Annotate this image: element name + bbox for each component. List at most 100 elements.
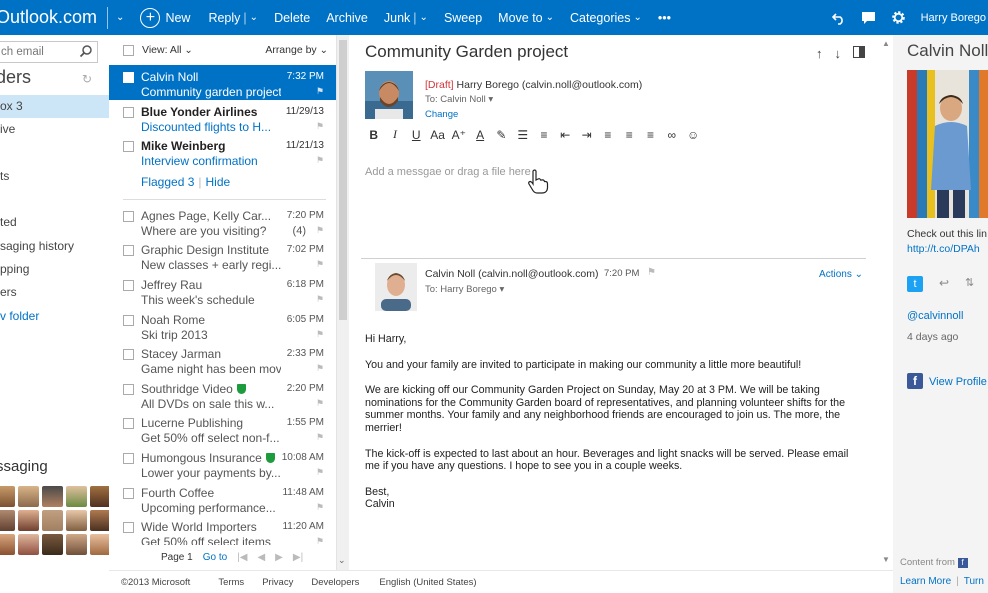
row-checkbox[interactable] (123, 522, 134, 534)
font-size-icon[interactable]: A⁺ (448, 128, 469, 142)
decrease-indent-icon[interactable]: ⇤ (555, 128, 576, 142)
retweet-icon[interactable]: ⇅ (965, 276, 974, 289)
categories-button[interactable]: Categories ⌄ (562, 0, 650, 35)
contact-avatar[interactable] (42, 486, 63, 507)
post-link[interactable]: http://t.co/DPAh (907, 243, 980, 255)
contact-avatar[interactable] (18, 486, 39, 507)
hide-link[interactable]: Hide (206, 175, 231, 189)
folder-item-others[interactable]: ers (0, 281, 109, 304)
align-right-icon[interactable]: ≡ (640, 128, 661, 142)
flag-icon[interactable]: ⚑ (316, 294, 324, 305)
numbered-list-icon[interactable]: ☰ (512, 128, 533, 142)
flag-icon[interactable]: ⚑ (316, 121, 324, 132)
terms-link[interactable]: Terms (218, 577, 244, 588)
actions-menu[interactable]: Actions ⌄ (819, 269, 863, 280)
contact-avatar[interactable] (0, 510, 15, 531)
flag-icon[interactable]: ⚑ (316, 363, 324, 374)
reply-icon[interactable]: ↩ (939, 276, 949, 290)
flag-icon[interactable]: ⚑ (316, 155, 324, 166)
arrow-down-icon[interactable]: ↓ (835, 46, 842, 61)
folder-item-deleted[interactable]: ted (0, 211, 109, 234)
archive-button[interactable]: Archive (318, 0, 376, 35)
contact-avatar[interactable] (90, 486, 109, 507)
gear-icon[interactable] (891, 10, 907, 26)
message-row[interactable]: Stacey Jarman Game night has been mov...… (109, 342, 336, 377)
contact-avatar[interactable] (90, 534, 109, 555)
message-row[interactable]: Blue Yonder Airlines Discounted flights … (109, 100, 336, 135)
row-checkbox[interactable] (123, 245, 134, 257)
turn-off-link[interactable]: Turn (964, 576, 984, 587)
folder-item-5[interactable] (0, 188, 109, 211)
go-to-link[interactable]: Go to (203, 552, 227, 563)
emoticon-icon[interactable]: ☺ (682, 128, 703, 142)
move-to-button[interactable]: Move to ⌄ (490, 0, 562, 35)
contact-avatar[interactable] (42, 534, 63, 555)
view-filter[interactable]: View: All ⌄ (142, 44, 193, 56)
contact-avatar[interactable] (66, 486, 87, 507)
contact-avatar[interactable] (18, 534, 39, 555)
flag-icon[interactable]: ⚑ (316, 502, 324, 513)
bullet-list-icon[interactable]: ≡ (533, 128, 554, 142)
message-row[interactable]: Lucerne Publishing Get 50% off select no… (109, 411, 336, 446)
message-row[interactable]: Southridge Video All DVDs on sale this w… (109, 377, 336, 412)
developers-link[interactable]: Developers (311, 577, 359, 588)
message-row-selected[interactable]: Calvin Noll Community garden project 7:3… (109, 65, 336, 100)
junk-chevron-icon[interactable]: ⌄ (420, 12, 428, 23)
reply-button[interactable]: Reply | ⌄ (200, 0, 266, 35)
undo-icon[interactable] (831, 10, 847, 26)
pop-out-icon[interactable] (853, 46, 865, 61)
folder-item-shopping[interactable]: pping (0, 258, 109, 281)
flag-icon[interactable]: ⚑ (316, 225, 324, 236)
learn-more-link[interactable]: Learn More (900, 576, 951, 587)
font-icon[interactable]: Aa (427, 128, 448, 142)
flag-icon[interactable]: ⚑ (316, 432, 324, 443)
search-icon[interactable] (79, 44, 93, 58)
list-scroll-thumb[interactable] (339, 40, 347, 320)
flag-icon[interactable]: ⚑ (316, 467, 324, 478)
sweep-button[interactable]: Sweep (436, 0, 490, 35)
row-checkbox[interactable] (123, 279, 134, 291)
row-checkbox[interactable] (123, 106, 134, 118)
folder-item-archive[interactable]: ive (0, 118, 109, 141)
user-name[interactable]: Harry Borego (921, 12, 986, 24)
flag-icon[interactable]: ⚑ (316, 329, 324, 340)
scroll-up-icon[interactable]: ▲ (882, 39, 890, 48)
bold-icon[interactable]: B (363, 128, 384, 142)
row-checkbox[interactable] (123, 141, 134, 153)
message-row[interactable]: Fourth Coffee Upcoming performance... 11… (109, 481, 336, 516)
list-scrollbar[interactable]: ⌄ (337, 35, 349, 570)
twitter-handle[interactable]: @calvinnoll (907, 310, 963, 322)
view-profile-link[interactable]: View Profile (929, 376, 987, 388)
font-color-icon[interactable]: A (469, 128, 490, 142)
flag-icon[interactable]: ⚑ (316, 398, 324, 409)
message-row[interactable]: Noah Rome Ski trip 2013 6:05 PM ⚑ (109, 308, 336, 343)
flag-icon[interactable]: ⚑ (316, 259, 324, 270)
prev-page-icon[interactable]: ◀ (257, 552, 265, 563)
language-link[interactable]: English (United States) (379, 577, 476, 588)
change-link[interactable]: Change (425, 109, 458, 120)
row-checkbox[interactable] (123, 383, 134, 395)
row-checkbox[interactable] (123, 72, 134, 83)
more-button[interactable]: ••• (650, 0, 679, 35)
message-row[interactable]: Jeffrey Rau This week's schedule 6:18 PM… (109, 273, 336, 308)
row-checkbox[interactable] (123, 210, 134, 222)
privacy-link[interactable]: Privacy (262, 577, 293, 588)
increase-indent-icon[interactable]: ⇥ (576, 128, 597, 142)
flag-icon[interactable]: ⚑ (316, 86, 324, 97)
message-row[interactable]: Agnes Page, Kelly Car... Where are you v… (109, 204, 336, 239)
delete-button[interactable]: Delete (266, 0, 318, 35)
row-checkbox[interactable] (123, 314, 134, 326)
select-all-checkbox[interactable] (123, 44, 134, 56)
reading-scrollbar[interactable]: ▲ ▼ (879, 35, 893, 570)
first-page-icon[interactable]: |◀ (237, 552, 247, 563)
next-page-icon[interactable]: ▶ (275, 552, 283, 563)
highlight-icon[interactable]: ✎ (491, 128, 512, 142)
junk-button[interactable]: Junk | ⌄ (376, 0, 436, 35)
arrange-by-button[interactable]: Arrange by ⌄ (265, 44, 328, 56)
row-checkbox[interactable] (123, 349, 134, 361)
align-left-icon[interactable]: ≡ (597, 128, 618, 142)
contact-avatar[interactable] (18, 510, 39, 531)
contact-avatar[interactable] (0, 486, 15, 507)
message-row[interactable]: Mike Weinberg Interview confirmation 11/… (109, 134, 336, 169)
new-button[interactable]: + New (124, 7, 200, 28)
